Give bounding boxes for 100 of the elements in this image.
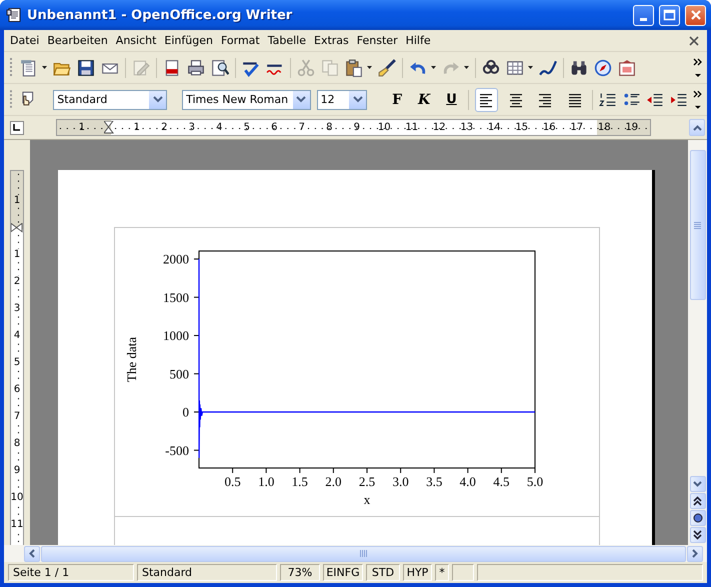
next-page-button[interactable]: [690, 527, 706, 543]
menu-item[interactable]: Extras: [310, 34, 353, 47]
double-chevron-down-icon: [693, 530, 702, 540]
chevron-right-icon: [692, 549, 698, 558]
framed-picture-icon[interactable]: [618, 58, 636, 76]
pdf-document-icon[interactable]: [163, 58, 181, 76]
status-field: [452, 564, 474, 581]
align-right-icon: [537, 92, 554, 108]
axis-tick-label: 3.5: [426, 474, 442, 489]
ruler-number: 16: [542, 122, 557, 133]
scroll-right-button[interactable]: [687, 546, 703, 562]
minimize-icon: [640, 18, 647, 20]
overflow-chevron-icon[interactable]: [693, 90, 703, 110]
minimize-button[interactable]: [633, 4, 654, 26]
close-button[interactable]: [685, 4, 706, 26]
ruler-number: 8: [14, 438, 20, 449]
ruler-number: 11: [10, 519, 24, 530]
status-field: 73%: [280, 564, 320, 581]
writer-app-icon: [6, 7, 22, 23]
table-icon[interactable]: [506, 58, 524, 76]
ruler-number: 3: [188, 122, 196, 133]
ruler-number: 6: [270, 122, 278, 133]
ruler-number: 5: [242, 122, 251, 133]
menu-item[interactable]: Fenster: [352, 34, 402, 47]
numbered-list-icon[interactable]: [599, 90, 617, 108]
menu-item[interactable]: Einfügen: [160, 34, 217, 47]
dropdown-arrow-button[interactable]: [292, 90, 310, 108]
page-magnifier-icon[interactable]: [211, 58, 229, 76]
maximize-button[interactable]: [659, 4, 680, 26]
printer-icon[interactable]: [187, 58, 205, 76]
axis-tick-label: 500: [170, 366, 189, 382]
tab-stop-left-icon: [13, 124, 21, 131]
underline-button[interactable]: U: [441, 92, 462, 107]
dropdown-arrow-button[interactable]: [148, 90, 166, 108]
axis-tick-label: 1.0: [258, 474, 274, 489]
axis-tick-label: 3.0: [392, 474, 409, 489]
axis-tick-label: 1.5: [292, 474, 308, 489]
overflow-chevron-icon[interactable]: [693, 58, 703, 78]
font-name-dropdown[interactable]: Times New Roman: [182, 90, 311, 110]
ruler-number: 10: [10, 492, 24, 503]
axis-tick-label: -500: [165, 442, 189, 458]
pen-icon[interactable]: [539, 58, 557, 76]
ruler-number: 11: [404, 122, 420, 133]
dropdown-arrow-button[interactable]: [348, 90, 366, 108]
navigation-button[interactable]: [690, 510, 706, 526]
caret-icon[interactable]: [367, 66, 372, 69]
circle-icon: [692, 513, 702, 523]
axis-tick-label: 0: [182, 404, 189, 420]
compass-icon[interactable]: [594, 58, 612, 76]
menu-item[interactable]: Hilfe: [402, 34, 435, 47]
indent-marker-icon[interactable]: [11, 222, 23, 232]
paintbrush-icon[interactable]: [378, 58, 396, 76]
ruler-number: 1: [132, 122, 141, 133]
bold-button[interactable]: F: [387, 92, 408, 108]
ruler-number: 4: [14, 330, 20, 341]
menu-item[interactable]: Format: [216, 34, 264, 47]
grip-lines-icon: [360, 550, 367, 557]
ruler-number: 1: [14, 249, 20, 260]
tab-stop-toggle[interactable]: [10, 120, 24, 134]
axis-tick-label: 1000: [163, 328, 189, 344]
align-left-button[interactable]: [474, 88, 498, 112]
chain-link-icon[interactable]: [482, 58, 500, 76]
scrollbar-thumb[interactable]: [690, 150, 706, 300]
axis-tick-label: 2.0: [325, 474, 342, 489]
menu-item[interactable]: Datei: [6, 34, 44, 47]
close-document-icon[interactable]: [689, 36, 699, 46]
close-icon: [690, 9, 702, 21]
align-center-icon: [508, 92, 524, 108]
menu-item[interactable]: Bearbeiten: [43, 34, 112, 47]
document-stack-icon[interactable]: [20, 58, 38, 76]
axis-tick-label: 2.5: [358, 474, 376, 489]
ruler-number: 14: [486, 122, 502, 133]
axis-tick-label: 5.0: [526, 474, 544, 489]
chevron-down-icon: [296, 96, 306, 103]
caret-icon[interactable]: [528, 66, 533, 69]
menu-item[interactable]: Tabelle: [264, 34, 310, 47]
chevron-down-icon: [693, 481, 702, 487]
indent-marker-icon[interactable]: [104, 121, 114, 134]
ruler-number: 9: [352, 122, 361, 133]
scrollbar-thumb[interactable]: [41, 546, 686, 562]
caret-icon[interactable]: [431, 66, 436, 69]
ruler-number: 1: [78, 122, 86, 133]
font-size-dropdown[interactable]: 12: [316, 90, 368, 110]
axis-tick-label: 1500: [163, 290, 189, 305]
scroll-left-button[interactable]: [24, 546, 40, 562]
italic-button[interactable]: K: [413, 92, 436, 108]
grip-lines-icon: [694, 222, 701, 228]
caret-icon[interactable]: [42, 66, 47, 69]
paragraph-style-dropdown[interactable]: Standard: [53, 90, 168, 110]
axis-title: The data: [124, 336, 139, 382]
clipboard-icon[interactable]: [345, 58, 363, 76]
maximize-icon: [663, 9, 676, 21]
status-field: EINFG: [323, 564, 363, 581]
menu-item[interactable]: Ansicht: [112, 34, 160, 47]
status-field: *: [435, 564, 449, 581]
scroll-up-button[interactable]: [689, 119, 705, 136]
scroll-down-button[interactable]: [690, 476, 706, 492]
binoculars-icon[interactable]: [570, 58, 588, 76]
previous-page-button[interactable]: [690, 493, 706, 509]
ruler-number: 9: [14, 465, 20, 476]
